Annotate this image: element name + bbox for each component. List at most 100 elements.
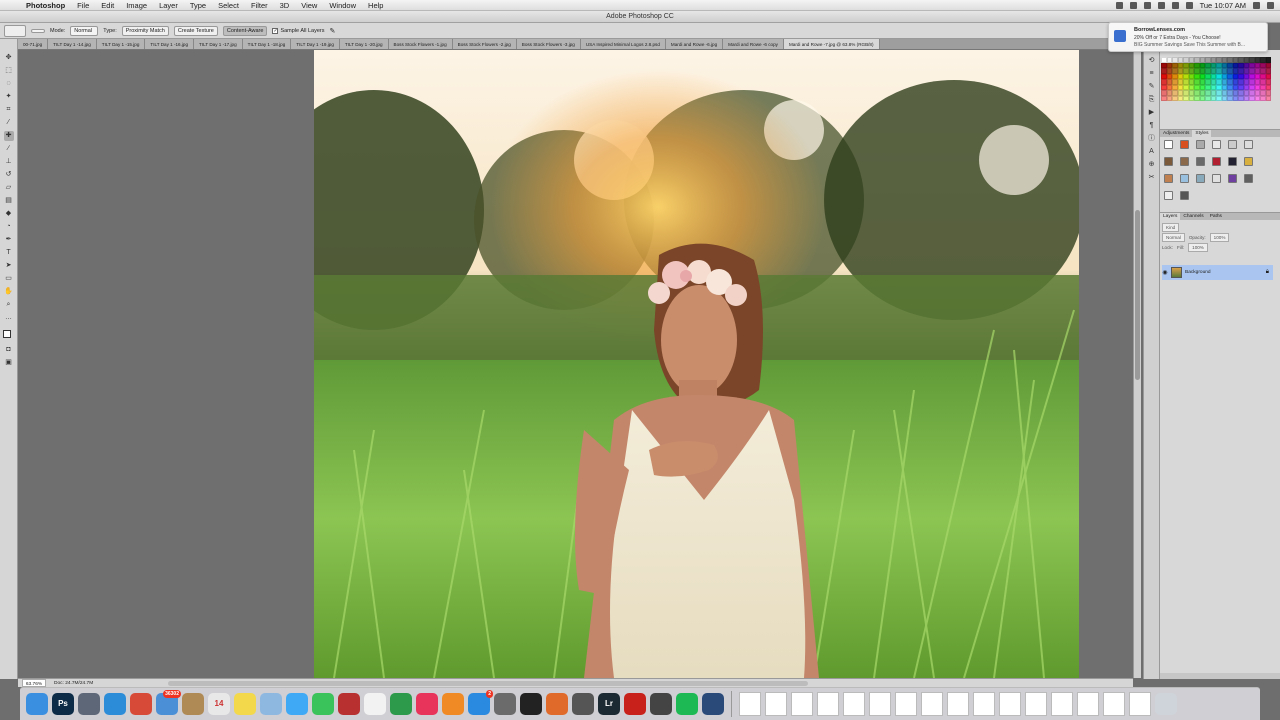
style-preset[interactable] (1180, 191, 1189, 200)
style-preset[interactable] (1196, 157, 1205, 166)
style-preset[interactable] (1164, 191, 1173, 200)
photo-canvas[interactable] (314, 50, 1079, 678)
history-panel-icon[interactable]: ⟲ (1147, 56, 1156, 65)
fill-field[interactable]: 100% (1188, 242, 1208, 252)
style-preset[interactable] (1244, 157, 1253, 166)
dock-app-lightroom[interactable]: Lr (598, 693, 620, 715)
dock-app-quicktime[interactable] (702, 693, 724, 715)
tab-layers[interactable]: Layers (1160, 213, 1181, 220)
menu-type[interactable]: Type (184, 0, 212, 11)
mode-select[interactable]: Normal (70, 25, 99, 36)
layer-name[interactable]: Background (1185, 270, 1211, 275)
history-brush-tool-icon[interactable]: ↺ (4, 170, 14, 180)
menu-layer[interactable]: Layer (153, 0, 184, 11)
type-tool-icon[interactable]: T (4, 248, 14, 258)
zoom-level-field[interactable]: 63.76% (22, 679, 46, 687)
menu-file[interactable]: File (71, 0, 95, 11)
quick-select-tool-icon[interactable]: ✦ (4, 92, 14, 102)
document-tab[interactable]: Mardi and Rowe -6 copy (723, 39, 784, 49)
dock-app-calculator[interactable] (650, 693, 672, 715)
document-tab[interactable]: Mardi and Rowe -7.jpg @ 63.8% (RGB/8) (783, 39, 880, 49)
tab-adjustments[interactable]: Adjustments (1160, 130, 1192, 137)
dock-app-premiere[interactable] (520, 693, 542, 715)
menu-clock[interactable]: Tue 10:07 AM (1200, 1, 1246, 10)
dock-document-icon[interactable] (817, 692, 839, 716)
brush-tool-icon[interactable]: ∕ (4, 144, 14, 154)
document-tab[interactable]: Boss Stock Flowers -1.jpg (388, 39, 453, 49)
sample-all-layers-checkbox[interactable]: ✓ Sample All Layers (272, 27, 324, 34)
bluetooth-icon[interactable] (1129, 2, 1137, 9)
document-tab[interactable]: TILT Day 1 -19.jpg (291, 39, 340, 49)
style-preset[interactable] (1196, 174, 1205, 183)
dock-app-keynote[interactable] (546, 693, 568, 715)
dock-document-icon[interactable] (1129, 692, 1151, 716)
dock-app-itunes[interactable] (416, 693, 438, 715)
menu-app-name[interactable]: Photoshop (20, 0, 71, 11)
dock-app-preview[interactable] (260, 693, 282, 715)
eraser-tool-icon[interactable]: ▱ (4, 183, 14, 193)
lasso-tool-icon[interactable]: ◌ (4, 79, 14, 89)
tab-channels[interactable]: Channels (1180, 213, 1206, 220)
style-preset[interactable] (1212, 157, 1221, 166)
color-swatches[interactable] (2, 330, 15, 342)
document-tab[interactable]: TILT Day 1 -15.jpg (96, 39, 146, 49)
menu-help[interactable]: Help (362, 0, 389, 11)
layer-filter-kind[interactable]: Kind (1162, 222, 1180, 232)
dock-document-icon[interactable] (791, 692, 813, 716)
pressure-size-icon[interactable]: ✎ (329, 27, 335, 35)
dock-app-spotify[interactable] (676, 693, 698, 715)
create-texture-button[interactable]: Create Texture (173, 25, 218, 36)
clone-stamp-tool-icon[interactable]: ⊥ (4, 157, 14, 167)
volume-icon[interactable] (1171, 2, 1179, 9)
quick-mask-icon[interactable]: ◘ (4, 345, 14, 355)
document-tab[interactable]: 00-71.jpg (18, 39, 49, 49)
dodge-tool-icon[interactable]: ◔ (4, 222, 14, 232)
style-preset[interactable] (1164, 174, 1173, 183)
dock-app-facetime[interactable] (312, 693, 334, 715)
styles-panel[interactable] (1164, 140, 1255, 203)
notification-center-icon[interactable] (1267, 2, 1274, 9)
blur-tool-icon[interactable]: ◆ (4, 209, 14, 219)
style-preset[interactable] (1244, 140, 1253, 149)
document-tab[interactable]: Mardi and Rowe -6.jpg (665, 39, 724, 49)
dock-document-icon[interactable] (1025, 692, 1047, 716)
zoom-tool-icon[interactable]: ⌕ (4, 300, 14, 310)
document-tab[interactable]: TILT Day 1 -18.jpg (242, 39, 292, 49)
character-panel-icon[interactable]: A (1147, 147, 1156, 156)
style-preset[interactable] (1244, 174, 1253, 183)
paragraph-panel-icon[interactable]: ¶ (1147, 121, 1156, 130)
dock-app-image-capture[interactable] (572, 693, 594, 715)
dock-document-icon[interactable] (999, 692, 1021, 716)
visibility-eye-icon[interactable]: ◉ (1162, 269, 1168, 276)
dock-app-photoshop[interactable]: Ps (52, 693, 74, 715)
trash-icon[interactable] (1155, 693, 1177, 715)
wifi-icon[interactable] (1157, 2, 1165, 9)
doc-size-info[interactable]: Doc: 24.7M/24.7M (54, 679, 93, 687)
tool-preset-picker[interactable] (4, 24, 26, 37)
dock-app-photos[interactable] (364, 693, 386, 715)
foreground-color-swatch[interactable] (2, 330, 11, 338)
style-preset[interactable] (1212, 174, 1221, 183)
dock-document-icon[interactable] (869, 692, 891, 716)
dock-document-icon[interactable] (765, 692, 787, 716)
dock-document-icon[interactable] (973, 692, 995, 716)
menu-window[interactable]: Window (323, 0, 362, 11)
style-preset[interactable] (1228, 157, 1237, 166)
move-tool-icon[interactable]: ✥ (4, 53, 14, 63)
spot-healing-tool-icon[interactable]: ✚ (3, 131, 14, 141)
dock-app-chrome[interactable] (130, 693, 152, 715)
canvas-horizontal-scrollbar[interactable] (168, 681, 808, 686)
document-tab[interactable]: Boss Stock Flowers -3.jpg (516, 39, 581, 49)
dropbox-icon[interactable] (1115, 2, 1123, 9)
notification-banner[interactable]: BorrowLenses.com 20% Off or 7 Extra Days… (1108, 22, 1268, 52)
style-preset[interactable] (1228, 140, 1237, 149)
opacity-field[interactable]: 100% (1209, 232, 1230, 242)
color-swatch[interactable] (1265, 95, 1271, 101)
crop-tool-icon[interactable]: ⌗ (4, 105, 14, 115)
dock-app-launchpad[interactable] (78, 693, 100, 715)
path-select-tool-icon[interactable]: ➤ (4, 261, 14, 271)
battery-icon[interactable] (1185, 2, 1193, 9)
hand-tool-icon[interactable]: ✋ (4, 287, 14, 297)
dock-document-icon[interactable] (921, 692, 943, 716)
menu-edit[interactable]: Edit (95, 0, 120, 11)
